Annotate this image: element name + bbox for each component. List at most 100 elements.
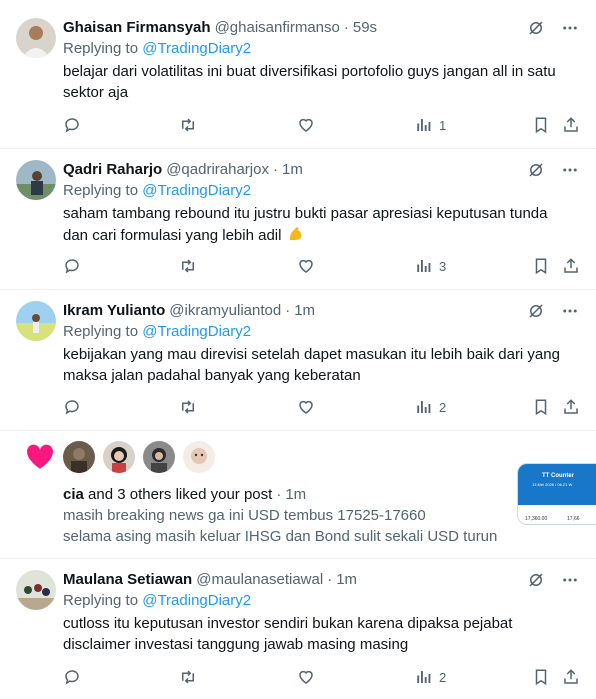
tweet-reply[interactable]: Ghaisan Firmansyah @ghaisanfirmanso · 59…	[0, 0, 596, 149]
share-button[interactable]	[562, 668, 580, 686]
tweet-text-line: dan cari formulasi yang lebih adil	[63, 227, 282, 244]
replying-to-link[interactable]: @TradingDiary2	[142, 40, 251, 57]
flexed-biceps-emoji-icon	[289, 227, 301, 241]
replying-to: Replying to @TradingDiary2	[63, 39, 580, 59]
share-icon	[564, 117, 578, 132]
avatar[interactable]	[16, 301, 56, 341]
timestamp[interactable]: 59s	[353, 18, 377, 38]
grok-icon[interactable]	[526, 301, 546, 321]
avatar[interactable]	[183, 441, 215, 473]
author-name[interactable]: Qadri Raharjo	[63, 160, 162, 180]
replying-to: Replying to @TradingDiary2	[63, 322, 580, 342]
reply-button[interactable]	[63, 668, 81, 686]
tweet-text-line: kebijakan yang mau direvisi setelah dape…	[63, 346, 560, 363]
avatar[interactable]	[16, 160, 56, 200]
author-handle[interactable]: @ghaisanfirmanso	[215, 18, 340, 38]
author-name[interactable]: Ghaisan Firmansyah	[63, 18, 211, 38]
reply-icon	[65, 670, 79, 685]
thumbnail-title: TT Counter	[542, 473, 574, 479]
share-button[interactable]	[562, 398, 580, 416]
views-count: 2	[439, 399, 447, 415]
bookmark-icon	[535, 669, 547, 686]
tweet-reply[interactable]: Maulana Setiawan @maulanasetiawal · 1m R…	[0, 559, 596, 699]
views-button[interactable]: 1	[415, 116, 446, 134]
retweet-button[interactable]	[179, 398, 197, 416]
grok-icon[interactable]	[526, 160, 546, 180]
avatar[interactable]	[16, 18, 56, 58]
like-button[interactable]	[297, 257, 315, 275]
bookmark-button[interactable]	[532, 668, 550, 686]
notification-text: cia and 3 others liked your post · 1m	[63, 485, 306, 505]
reply-icon	[65, 118, 79, 133]
tweet-text: belajar dari volatilitas ini buat divers…	[63, 61, 580, 103]
author-name[interactable]: Maulana Setiawan	[63, 570, 192, 590]
heart-icon	[27, 444, 53, 469]
reply-button[interactable]	[63, 116, 81, 134]
separator-dot: ·	[285, 302, 291, 319]
separator-dot: ·	[343, 19, 349, 36]
views-button[interactable]: 3	[415, 257, 446, 275]
views-count: 3	[439, 258, 447, 274]
share-button[interactable]	[562, 257, 580, 275]
timestamp[interactable]: 1m	[336, 570, 357, 590]
replying-to: Replying to @TradingDiary2	[63, 591, 580, 611]
like-button[interactable]	[297, 668, 315, 686]
reply-button[interactable]	[63, 398, 81, 416]
author-handle[interactable]: @maulanasetiawal	[196, 570, 323, 590]
like-button[interactable]	[297, 116, 315, 134]
share-icon	[564, 669, 578, 684]
more-icon[interactable]	[560, 18, 580, 38]
retweet-button[interactable]	[179, 668, 197, 686]
views-button[interactable]: 2	[415, 398, 446, 416]
post-text-line: selama asing masih keluar IHSG dan Bond …	[63, 528, 498, 545]
views-count: 2	[439, 669, 447, 685]
avatar[interactable]	[103, 441, 135, 473]
post-thumbnail[interactable]: TT Counter 13 Mei 2026 / 06.21 W 17,360.…	[517, 463, 596, 525]
tweet-text-line: sektor aja	[63, 84, 129, 101]
liker-name[interactable]: cia	[63, 486, 84, 503]
like-button[interactable]	[297, 398, 315, 416]
share-icon	[564, 258, 578, 273]
bookmark-button[interactable]	[532, 257, 550, 275]
avatar[interactable]	[16, 570, 56, 610]
more-icon[interactable]	[560, 570, 580, 590]
replying-to-link[interactable]: @TradingDiary2	[142, 592, 251, 609]
separator-dot: ·	[327, 571, 333, 588]
share-button[interactable]	[562, 116, 580, 134]
like-icon	[299, 259, 313, 273]
like-notification[interactable]: cia and 3 others liked your post · 1m masi…	[0, 431, 596, 559]
timestamp[interactable]: 1m	[294, 301, 315, 321]
bookmark-icon	[535, 399, 547, 416]
tweet-reply[interactable]: Ikram Yulianto @ikramyuliantod · 1m Repl…	[0, 290, 596, 431]
bookmark-button[interactable]	[532, 116, 550, 134]
separator-dot: ·	[272, 161, 278, 178]
timestamp[interactable]: 1m	[282, 160, 303, 180]
more-icon[interactable]	[560, 160, 580, 180]
separator-dot: ·	[276, 486, 282, 503]
reply-button[interactable]	[63, 257, 81, 275]
views-button[interactable]: 2	[415, 668, 446, 686]
replying-to-link[interactable]: @TradingDiary2	[142, 182, 251, 199]
bookmark-button[interactable]	[532, 398, 550, 416]
replying-to-link[interactable]: @TradingDiary2	[142, 323, 251, 340]
tweet-reply[interactable]: Qadri Raharjo @qadriraharjox · 1m Replyi…	[0, 149, 596, 290]
views-icon	[417, 401, 431, 413]
avatar[interactable]	[63, 441, 95, 473]
author-name[interactable]: Ikram Yulianto	[63, 301, 165, 321]
timestamp: 1m	[285, 486, 307, 503]
more-icon[interactable]	[560, 301, 580, 321]
grok-icon[interactable]	[526, 570, 546, 590]
views-icon	[417, 260, 431, 272]
grok-icon[interactable]	[526, 18, 546, 38]
retweet-icon	[182, 670, 194, 684]
post-text-line: masih breaking news ga ini USD tembus 17…	[63, 507, 426, 524]
retweet-button[interactable]	[179, 116, 197, 134]
liked-post-text[interactable]: masih breaking news ga ini USD tembus 17…	[63, 505, 497, 547]
notification-action: and 3 others liked your post	[83, 486, 273, 503]
retweet-button[interactable]	[179, 257, 197, 275]
author-handle[interactable]: @ikramyuliantod	[169, 301, 281, 321]
tweet-text-line: maksa jalan padahal banyak yang keberata…	[63, 367, 361, 384]
tweet-text-line: belajar dari volatilitas ini buat divers…	[63, 63, 556, 80]
avatar[interactable]	[143, 441, 175, 473]
author-handle[interactable]: @qadriraharjox	[166, 160, 269, 180]
